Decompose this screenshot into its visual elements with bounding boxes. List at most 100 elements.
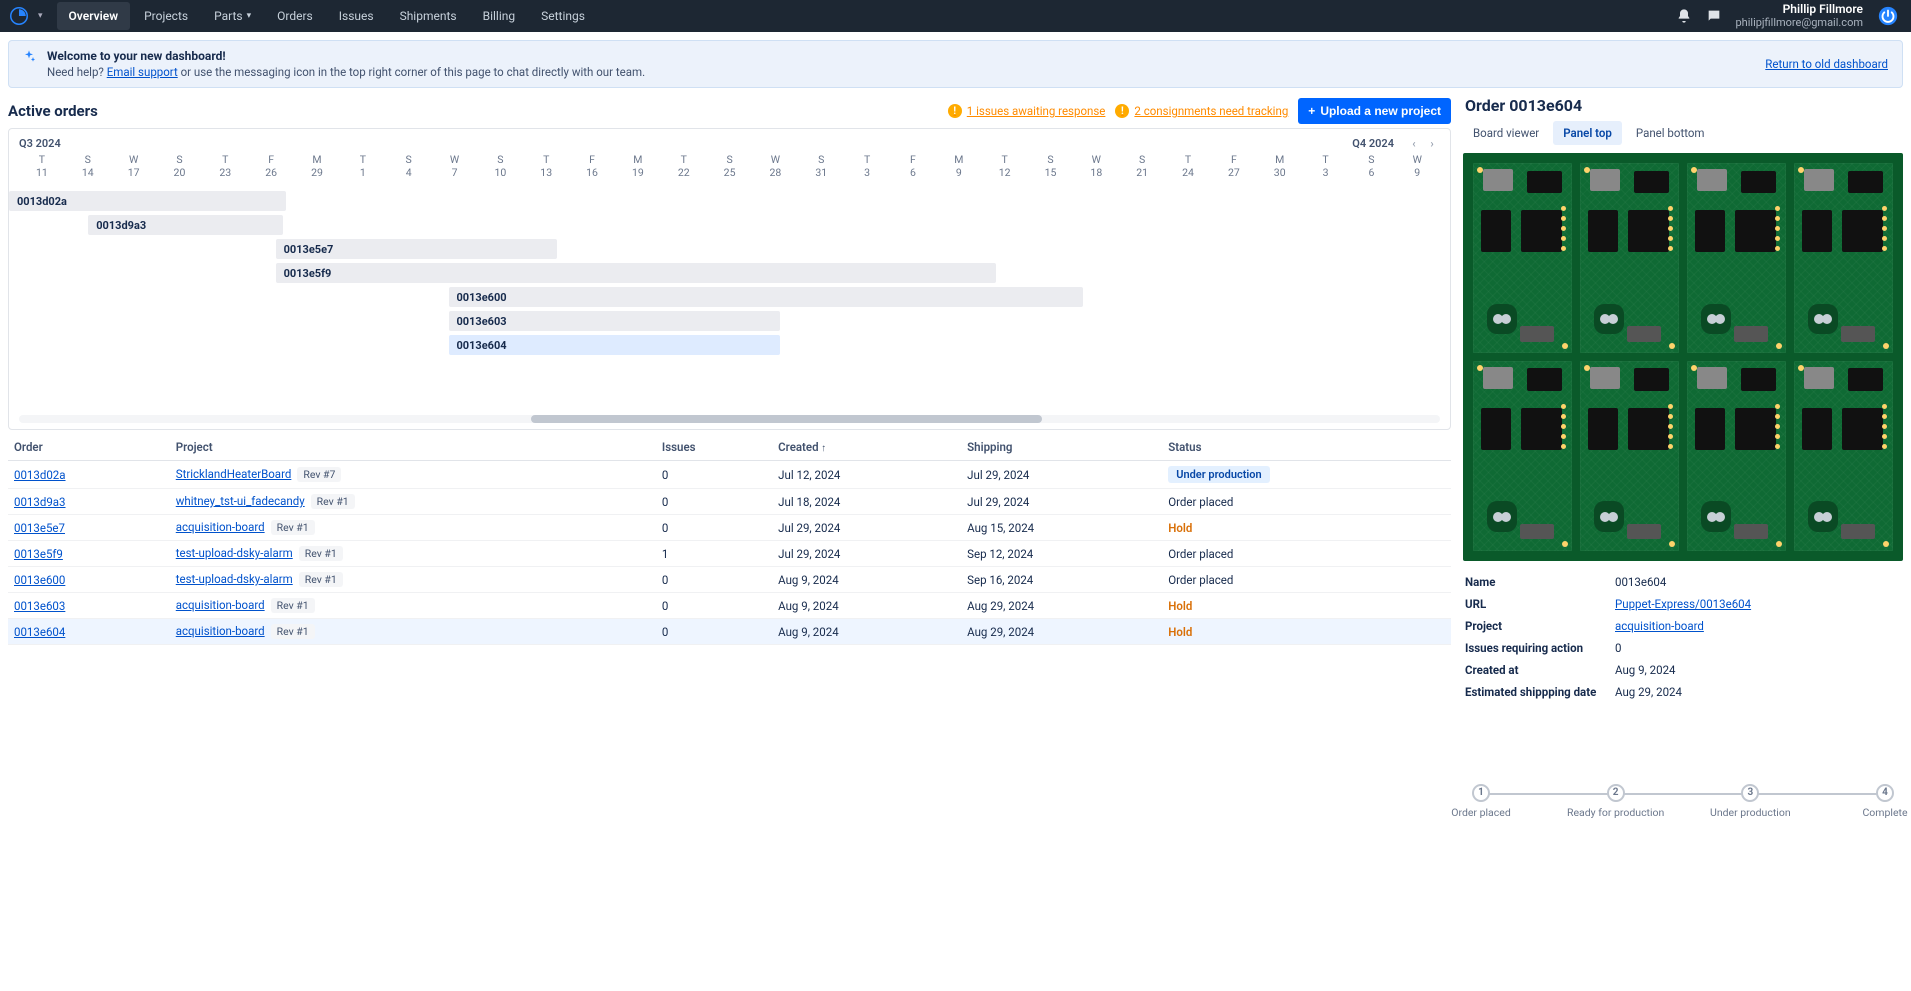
timeline-col: S15 <box>1028 153 1074 179</box>
table-row[interactable]: 0013e600test-upload-dsky-alarmRev #10Aug… <box>8 567 1451 593</box>
step-order-placed: 1Order placed <box>1472 784 1490 802</box>
timeline-col: T13 <box>523 153 569 179</box>
gantt-bar-0013e5e7[interactable]: 0013e5e7 <box>276 239 557 259</box>
gantt-bar-0013e600[interactable]: 0013e600 <box>449 287 1083 307</box>
pcb-board <box>1580 361 1679 551</box>
timeline-col: W9 <box>1394 153 1440 179</box>
upload-project-button[interactable]: + Upload a new project <box>1298 98 1451 124</box>
nav-shipments[interactable]: Shipments <box>388 2 469 30</box>
timeline-scroll-thumb[interactable] <box>531 415 1043 423</box>
messaging-icon[interactable] <box>1701 3 1727 29</box>
power-icon[interactable] <box>1875 3 1901 29</box>
notifications-icon[interactable] <box>1671 3 1697 29</box>
table-row[interactable]: 0013e5f9test-upload-dsky-alarmRev #11Jul… <box>8 541 1451 567</box>
project-link[interactable]: StricklandHeaterBoard <box>176 467 292 481</box>
brand[interactable]: ▾ <box>10 7 47 25</box>
table-row[interactable]: 0013d02aStricklandHeaterBoardRev #70Jul … <box>8 461 1451 489</box>
step-label: Complete <box>1862 806 1907 819</box>
timeline-col: W17 <box>111 153 157 179</box>
meta-value: Aug 9, 2024 <box>1615 663 1901 677</box>
gantt-bar-0013d9a3[interactable]: 0013d9a3 <box>88 215 283 235</box>
brand-caret-icon[interactable]: ▾ <box>34 11 47 21</box>
timeline-col: T1 <box>340 153 386 179</box>
plus-icon: + <box>1308 104 1315 118</box>
order-link[interactable]: 0013d9a3 <box>14 495 66 509</box>
timeline-date-header: T11S14W17S20T23F26M29T1S4W7S10T13F16M19T… <box>9 151 1450 185</box>
meta-link[interactable]: Puppet-Express/0013e604 <box>1615 597 1751 611</box>
meta-value: 0 <box>1615 641 1901 655</box>
order-link[interactable]: 0013e5e7 <box>14 521 65 535</box>
nav-settings[interactable]: Settings <box>529 2 597 30</box>
timeline-col: M19 <box>615 153 661 179</box>
tab-panel-top[interactable]: Panel top <box>1553 121 1622 145</box>
tab-panel-bottom[interactable]: Panel bottom <box>1626 121 1715 145</box>
gantt-bar-0013e604[interactable]: 0013e604 <box>449 335 780 355</box>
table-row[interactable]: 0013e5e7acquisition-boardRev #10Jul 29, … <box>8 515 1451 541</box>
timeline-col: T24 <box>1165 153 1211 179</box>
timeline-next-button[interactable]: › <box>1424 135 1440 151</box>
timeline-col: F27 <box>1211 153 1257 179</box>
issues-cell: 0 <box>656 515 772 541</box>
user-block[interactable]: Phillip Fillmore philipjfillmore@gmail.c… <box>1735 3 1863 28</box>
order-link[interactable]: 0013e600 <box>14 573 65 587</box>
col-status[interactable]: Status <box>1162 434 1451 461</box>
timeline-prev-button[interactable]: ‹ <box>1406 135 1422 151</box>
return-old-dashboard-link[interactable]: Return to old dashboard <box>1765 57 1888 71</box>
meta-link[interactable]: acquisition-board <box>1615 619 1704 633</box>
project-link[interactable]: test-upload-dsky-alarm <box>176 572 293 586</box>
col-shipping[interactable]: Shipping <box>961 434 1162 461</box>
shipping-cell: Sep 12, 2024 <box>961 541 1162 567</box>
meta-row: URLPuppet-Express/0013e604 <box>1463 593 1903 615</box>
project-link[interactable]: acquisition-board <box>176 598 265 612</box>
meta-value: 0013e604 <box>1615 575 1901 589</box>
shipping-cell: Aug 29, 2024 <box>961 619 1162 645</box>
nav-projects[interactable]: Projects <box>132 2 200 30</box>
tab-board-viewer[interactable]: Board viewer <box>1463 121 1549 145</box>
timeline-col: T3 <box>1303 153 1349 179</box>
pcb-board <box>1687 163 1786 353</box>
issues-awaiting-link[interactable]: ! 1 issues awaiting response <box>948 104 1106 118</box>
order-link[interactable]: 0013e604 <box>14 625 65 639</box>
meta-row: Created atAug 9, 2024 <box>1463 659 1903 681</box>
order-detail-title: Order 0013e604 <box>1465 96 1903 115</box>
project-link[interactable]: whitney_tst-ui_fadecandy <box>176 494 305 508</box>
col-issues[interactable]: Issues <box>656 434 772 461</box>
timeline-col: S6 <box>1348 153 1394 179</box>
timeline-scrollbar[interactable] <box>19 415 1440 423</box>
issues-cell: 0 <box>656 567 772 593</box>
table-row[interactable]: 0013e604acquisition-boardRev #10Aug 9, 2… <box>8 619 1451 645</box>
timeline-col: W18 <box>1073 153 1119 179</box>
email-support-link[interactable]: Email support <box>107 65 178 79</box>
consignments-tracking-link[interactable]: ! 2 consignments need tracking <box>1115 104 1288 118</box>
timeline-col: F26 <box>248 153 294 179</box>
created-cell: Aug 9, 2024 <box>772 567 961 593</box>
order-progress-steps: 1Order placed2Ready for production3Under… <box>1463 793 1903 795</box>
project-link[interactable]: acquisition-board <box>176 520 265 534</box>
pcb-board <box>1794 361 1893 551</box>
timeline-col: W28 <box>753 153 799 179</box>
nav-orders[interactable]: Orders <box>265 2 325 30</box>
project-link[interactable]: acquisition-board <box>176 624 265 638</box>
status-badge: Order placed <box>1168 573 1233 587</box>
rev-badge: Rev #1 <box>311 494 355 509</box>
gantt-bar-0013e603[interactable]: 0013e603 <box>449 311 780 331</box>
col-created[interactable]: Created ↑ <box>772 434 961 461</box>
order-link[interactable]: 0013d02a <box>14 468 66 482</box>
nav-parts[interactable]: Parts ▾ <box>202 2 263 30</box>
step-ball: 4 <box>1876 784 1894 802</box>
gantt-bar-0013d02a[interactable]: 0013d02a <box>9 191 286 211</box>
table-row[interactable]: 0013d9a3whitney_tst-ui_fadecandyRev #10J… <box>8 489 1451 515</box>
order-link[interactable]: 0013e603 <box>14 599 65 613</box>
timeline-col: S4 <box>386 153 432 179</box>
step-ball: 1 <box>1472 784 1490 802</box>
nav-billing[interactable]: Billing <box>471 2 528 30</box>
project-link[interactable]: test-upload-dsky-alarm <box>176 546 293 560</box>
pcb-board <box>1473 361 1572 551</box>
table-row[interactable]: 0013e603acquisition-boardRev #10Aug 9, 2… <box>8 593 1451 619</box>
col-project[interactable]: Project <box>170 434 656 461</box>
col-order[interactable]: Order <box>8 434 170 461</box>
order-link[interactable]: 0013e5f9 <box>14 547 63 561</box>
nav-issues[interactable]: Issues <box>327 2 386 30</box>
gantt-bar-0013e5f9[interactable]: 0013e5f9 <box>276 263 997 283</box>
nav-overview[interactable]: Overview <box>57 2 131 30</box>
